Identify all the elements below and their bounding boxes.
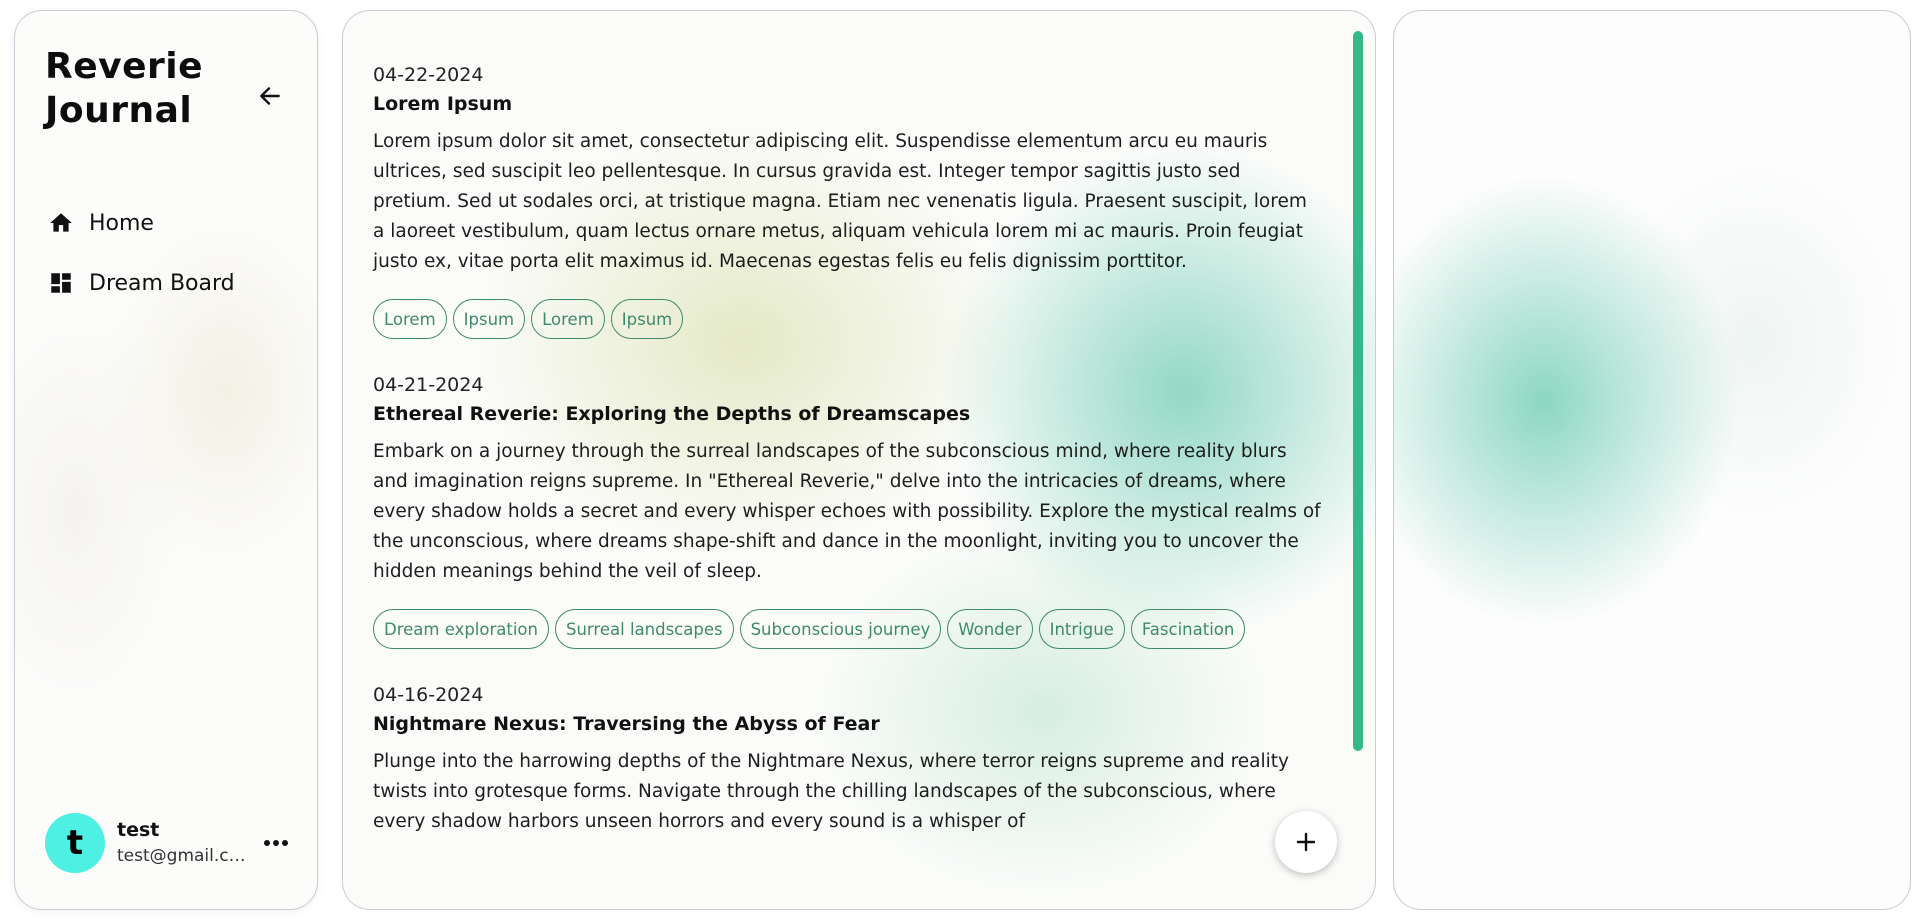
tag-chip[interactable]: Subconscious journey (739, 609, 942, 649)
user-profile: t test test@gmail.com (45, 811, 305, 875)
tag-chip[interactable]: Intrigue (1038, 609, 1125, 649)
entry-date: 04-22-2024 (373, 64, 484, 86)
entry-detail-panel (1393, 10, 1911, 910)
plus-icon (1296, 832, 1316, 852)
sidebar-nav: Home Dream Board (45, 193, 295, 313)
app-title: Reverie Journal (45, 46, 204, 131)
tag-chip[interactable]: Fascination (1130, 609, 1246, 649)
journal-entry[interactable]: 04-22-2024 Lorem Ipsum Lorem ipsum dolor… (373, 63, 1333, 339)
entry-body: Lorem ipsum dolor sit amet, consectetur … (373, 131, 1307, 272)
avatar[interactable]: t (45, 813, 105, 873)
user-email: test@gmail.com (117, 846, 251, 866)
entry-tags: Dream exploration Surreal landscapes Sub… (373, 609, 1333, 649)
nav-item-home[interactable]: Home (45, 193, 295, 253)
add-entry-button[interactable] (1275, 811, 1337, 873)
user-info: test test@gmail.com (117, 817, 251, 869)
arrow-left-icon (260, 87, 280, 105)
home-icon (47, 209, 75, 237)
tag-chip[interactable]: Lorem (531, 299, 605, 339)
entry-title: Ethereal Reverie: Exploring the Depths o… (373, 403, 971, 425)
sidebar: Reverie Journal Home Dream Board t test … (14, 10, 318, 910)
journal-entry-list: 04-22-2024 Lorem Ipsum Lorem ipsum dolor… (373, 63, 1333, 871)
entry-date: 04-16-2024 (373, 684, 484, 706)
entry-date: 04-21-2024 (373, 374, 484, 396)
tag-chip[interactable]: Surreal landscapes (555, 609, 734, 649)
tag-chip[interactable]: Dream exploration (373, 609, 549, 649)
scrollbar-thumb[interactable] (1353, 31, 1363, 751)
dashboard-icon (47, 269, 75, 297)
nav-item-label: Home (89, 210, 154, 236)
nav-item-dream-board[interactable]: Dream Board (45, 253, 295, 313)
journal-entry[interactable]: 04-16-2024 Nightmare Nexus: Traversing t… (373, 683, 1333, 837)
journal-entry[interactable]: 04-21-2024 Ethereal Reverie: Exploring t… (373, 373, 1333, 649)
entry-title: Nightmare Nexus: Traversing the Abyss of… (373, 713, 880, 735)
nav-item-label: Dream Board (89, 270, 235, 296)
entry-body: Plunge into the harrowing depths of the … (373, 751, 1289, 832)
entry-tags: Lorem Ipsum Lorem Ipsum (373, 299, 1333, 339)
tag-chip[interactable]: Wonder (947, 609, 1033, 649)
journal-feed-panel: 04-22-2024 Lorem Ipsum Lorem ipsum dolor… (342, 10, 1376, 910)
user-name: test (117, 819, 160, 841)
entry-title: Lorem Ipsum (373, 93, 513, 115)
entry-body: Embark on a journey through the surreal … (373, 441, 1321, 582)
user-menu-button[interactable] (261, 828, 291, 858)
tag-chip[interactable]: Ipsum (610, 299, 684, 339)
tag-chip[interactable]: Lorem (373, 299, 447, 339)
collapse-sidebar-button[interactable] (255, 81, 285, 111)
more-horizontal-icon (264, 840, 288, 846)
tag-chip[interactable]: Ipsum (452, 299, 526, 339)
